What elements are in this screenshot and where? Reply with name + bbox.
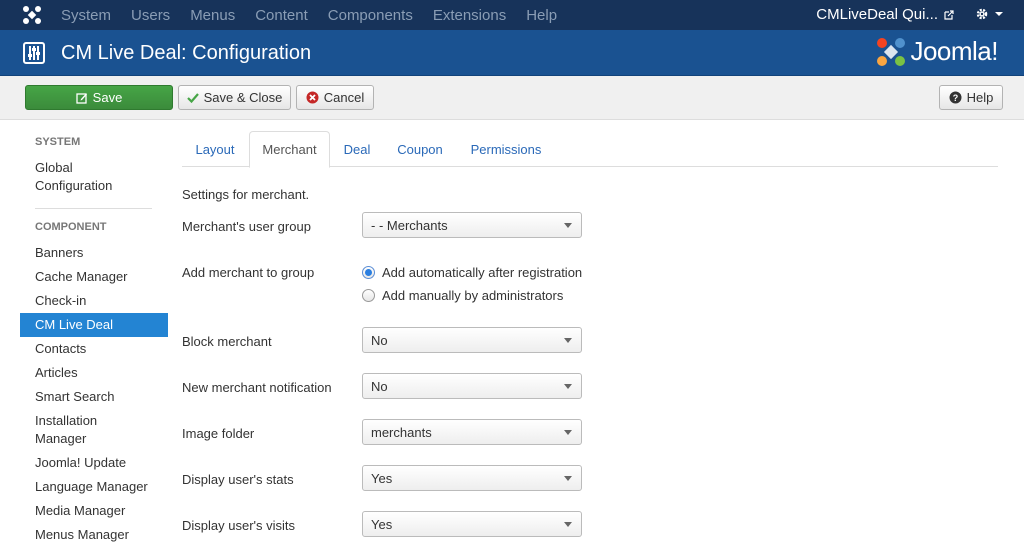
sidebar-item-joomla-update[interactable]: Joomla! Update (20, 451, 168, 475)
user-stats-value: Yes (371, 470, 393, 486)
user-group-value: - - Merchants (371, 217, 448, 233)
sidebar-item-articles[interactable]: Articles (20, 361, 168, 385)
user-menu[interactable] (975, 7, 1004, 21)
sidebar-item-media-manager[interactable]: Media Manager (20, 499, 168, 523)
question-icon: ? (949, 91, 962, 104)
image-folder-select[interactable]: merchants (362, 419, 582, 445)
section-description: Settings for merchant. (182, 187, 310, 202)
sidebar-item-menus-manager[interactable]: Menus Manager (20, 523, 168, 546)
block-merchant-select[interactable]: No (362, 327, 582, 353)
sidebar-item-installation-manager[interactable]: Installation Manager (20, 409, 168, 451)
notification-label: New merchant notification (182, 380, 332, 395)
user-visits-select[interactable]: Yes (362, 511, 582, 537)
image-folder-value: merchants (371, 424, 432, 440)
sidebar-item-cache-manager[interactable]: Cache Manager (20, 265, 168, 289)
save-button[interactable]: Save (25, 85, 173, 110)
sidebar-item-global-configuration[interactable]: Global Configuration (20, 156, 168, 198)
sidebar-item-label: Installation (35, 413, 98, 428)
radio-auto-label: Add automatically after registration (382, 265, 583, 280)
joomla-logo-text: Joomla! (910, 36, 998, 66)
dropdown-caret-icon (564, 338, 572, 343)
sidebar-heading-system: SYSTEM (35, 136, 81, 148)
dropdown-caret-icon (564, 384, 572, 389)
sidebar-item-language-manager[interactable]: Language Manager (20, 475, 168, 499)
user-visits-label: Display user's visits (182, 518, 296, 533)
sidebar-item-label: Global (35, 160, 73, 175)
sidebar-heading-component: COMPONENT (35, 221, 107, 233)
menu-components[interactable]: Components (328, 7, 413, 24)
dropdown-caret-icon (564, 476, 572, 481)
sidebar-item-contacts[interactable]: Contacts (20, 337, 168, 361)
cancel-button[interactable]: Cancel (296, 85, 374, 110)
joomla-icon[interactable] (22, 5, 42, 25)
page-header: CM Live Deal: Configuration Joomla! (0, 30, 1024, 76)
cancel-icon (306, 91, 319, 104)
image-folder-label: Image folder (182, 426, 255, 441)
sidebar-item-label: Configuration (35, 178, 113, 193)
tab-deal[interactable]: Deal (332, 131, 382, 167)
help-button[interactable]: ? Help (939, 85, 1003, 110)
user-group-select[interactable]: - - Merchants (362, 212, 582, 238)
user-visits-value: Yes (371, 516, 393, 532)
tab-layout[interactable]: Layout (182, 131, 248, 167)
tab-permissions[interactable]: Permissions (460, 131, 552, 167)
edit-icon (76, 92, 87, 104)
site-name: CMLiveDeal Qui... (816, 6, 938, 23)
radio-manual-label: Add manually by administrators (382, 288, 564, 303)
menu-help[interactable]: Help (526, 7, 557, 24)
notification-value: No (371, 378, 388, 394)
toolbar: Save Save & Close Cancel ? Help (0, 76, 1024, 120)
joomla-logo-icon (877, 37, 906, 66)
sidebar-divider (35, 208, 152, 209)
user-group-label: Merchant's user group (182, 219, 311, 234)
sidebar-item-banners[interactable]: Banners (20, 241, 168, 265)
radio-unselected-icon (362, 289, 375, 302)
radio-add-automatically[interactable]: Add automatically after registration (362, 265, 582, 280)
sidebar-item-check-in[interactable]: Check-in (20, 289, 168, 313)
help-label: Help (966, 90, 994, 105)
sidebar-item-smart-search[interactable]: Smart Search (20, 385, 168, 409)
site-link[interactable]: CMLiveDeal Qui... (816, 6, 954, 23)
joomla-logo: Joomla! (876, 36, 998, 67)
dropdown-caret-icon (564, 223, 572, 228)
gear-icon (976, 8, 988, 20)
sidebar-item-cm-live-deal[interactable]: CM Live Deal (20, 313, 168, 337)
save-label: Save (92, 90, 123, 105)
equalizer-icon (23, 42, 45, 64)
add-group-label: Add merchant to group (182, 265, 315, 280)
top-navbar: System Users Menus Content Components Ex… (0, 0, 1024, 30)
save-close-label: Save & Close (203, 90, 283, 105)
tab-coupon[interactable]: Coupon (388, 131, 452, 167)
dropdown-caret-icon (564, 430, 572, 435)
page-title: CM Live Deal: Configuration (61, 42, 312, 64)
sidebar-item-label: Manager (35, 431, 87, 446)
admin-menu: System Users Menus Content Components Ex… (61, 0, 577, 30)
sidebar: SYSTEM Global Configuration COMPONENT Ba… (20, 130, 168, 546)
block-merchant-label: Block merchant (182, 334, 272, 349)
menu-system[interactable]: System (61, 7, 111, 24)
menu-menus[interactable]: Menus (190, 7, 235, 24)
radio-selected-icon (362, 266, 375, 279)
caret-down-icon (995, 12, 1003, 16)
external-link-icon (944, 9, 954, 20)
block-merchant-value: No (371, 332, 388, 348)
tab-merchant[interactable]: Merchant (249, 131, 330, 168)
check-icon (186, 92, 199, 103)
menu-extensions[interactable]: Extensions (433, 7, 506, 24)
menu-users[interactable]: Users (131, 7, 170, 24)
dropdown-caret-icon (564, 522, 572, 527)
svg-text:?: ? (952, 93, 958, 103)
cancel-label: Cancel (323, 90, 365, 105)
save-close-button[interactable]: Save & Close (178, 85, 291, 110)
user-stats-select[interactable]: Yes (362, 465, 582, 491)
radio-add-manually[interactable]: Add manually by administrators (362, 288, 563, 303)
menu-content[interactable]: Content (255, 7, 308, 24)
user-stats-label: Display user's stats (182, 472, 294, 487)
notification-select[interactable]: No (362, 373, 582, 399)
config-tabs: Layout Merchant Deal Coupon Permissions (182, 131, 998, 168)
